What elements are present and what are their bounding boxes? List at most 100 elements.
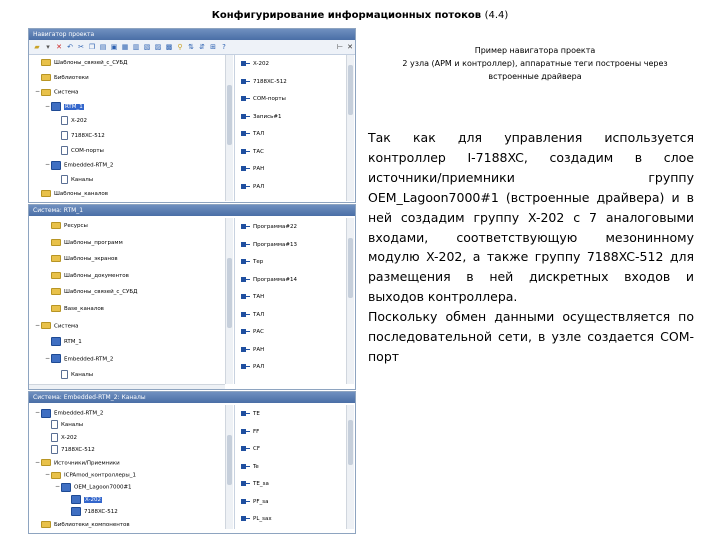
tree-item[interactable]: − Система: [35, 87, 79, 97]
list-item[interactable]: ТАЛ: [241, 129, 264, 139]
list-item-label: ТАЛ: [253, 311, 265, 318]
undo-icon[interactable]: ↶: [66, 43, 74, 51]
list-item[interactable]: РАН: [241, 345, 264, 355]
list-item-label: РАЛ: [253, 364, 265, 370]
tree-item[interactable]: Шаблоны_связей_с_СУБД: [35, 58, 127, 68]
tree-item[interactable]: Библиотеки: [35, 73, 89, 83]
tree-item[interactable]: COM-порты: [55, 145, 104, 156]
list-item[interactable]: Тер: [241, 257, 263, 267]
list-item-label: Тер: [253, 259, 264, 265]
tree-item[interactable]: X-202: [65, 494, 102, 505]
export-icon[interactable]: ▨: [154, 43, 162, 51]
list-item[interactable]: FF: [241, 427, 259, 437]
layout-icon[interactable]: ⊞: [209, 43, 217, 51]
tree-item[interactable]: Ресурсы: [45, 221, 88, 231]
list-item[interactable]: РАЛ: [241, 182, 264, 192]
list-item[interactable]: РАЛ: [241, 362, 264, 372]
list-item[interactable]: Запись#1: [241, 112, 281, 122]
tree-item[interactable]: 7188XC-512: [55, 131, 105, 141]
list-item-label: X-202: [253, 61, 269, 67]
tree-item[interactable]: Шаблоны_связей_с_СУБД: [45, 287, 137, 297]
list-item[interactable]: PL_sax: [241, 514, 272, 524]
tree-item[interactable]: Шаблоны_программ: [45, 238, 123, 248]
tree-item[interactable]: − OEM_Lagoon7000#1: [55, 482, 132, 492]
tag-icon: [241, 427, 250, 435]
grid-icon[interactable]: ▦: [121, 43, 129, 51]
list-scrollbar[interactable]: [346, 218, 354, 384]
cut-icon[interactable]: ✂: [77, 43, 85, 51]
tree-icon[interactable]: ▥: [132, 43, 140, 51]
list-item[interactable]: PF_sa: [241, 497, 268, 507]
list-scrollbar[interactable]: [346, 55, 354, 201]
binoculars-icon[interactable]: ⚲: [176, 43, 184, 51]
tree-item[interactable]: Библиотеки_компонентов: [35, 520, 130, 530]
tree-scrollbar[interactable]: [225, 218, 233, 384]
tree-item[interactable]: Шаблоны_документов: [45, 271, 129, 281]
tree-item[interactable]: Шаблоны_каналов: [35, 189, 108, 199]
filter-icon[interactable]: ▧: [143, 43, 151, 51]
list-item[interactable]: X-202: [241, 59, 269, 69]
tree-item[interactable]: 7188XC-512: [45, 445, 95, 455]
list-item[interactable]: CF: [241, 444, 260, 454]
list-item[interactable]: Программа#22: [241, 222, 297, 232]
tree-item[interactable]: − RTM_1: [45, 102, 84, 112]
tag-icon: [241, 258, 250, 265]
tree-item-label: RTM_1: [64, 339, 82, 346]
delete-icon[interactable]: ✕: [55, 43, 63, 51]
tree-scrollbar[interactable]: [225, 405, 233, 529]
paste-icon[interactable]: ▤: [99, 43, 107, 51]
tree-item-label: Шаблоны_экранов: [64, 256, 118, 263]
tree-item[interactable]: − Embedded-RTM_2: [45, 354, 113, 364]
close-icon[interactable]: ✕: [346, 43, 354, 51]
tree-item[interactable]: RTM_1: [45, 337, 82, 347]
list-item-label: Te: [253, 463, 259, 470]
tree-item[interactable]: Base_каналов: [45, 304, 104, 314]
dropdown-icon[interactable]: ▾: [44, 43, 52, 51]
tree-item-label: Библиотеки_компонентов: [54, 521, 130, 528]
tree-item[interactable]: − Embedded-RTM_2: [45, 160, 113, 170]
list-item[interactable]: TE: [241, 409, 260, 419]
list-item[interactable]: Программа#13: [241, 240, 297, 250]
tree-item[interactable]: X-202: [55, 116, 87, 126]
tree-item[interactable]: − ICPAmod_контроллеры_1: [45, 470, 136, 480]
copy-icon[interactable]: ❐: [88, 43, 96, 51]
import-icon[interactable]: ▩: [165, 43, 173, 51]
list-item[interactable]: РАС: [241, 327, 264, 337]
list-scrollbar[interactable]: [346, 405, 354, 529]
sort-icon[interactable]: ⇵: [198, 43, 206, 51]
tag-icon: [241, 293, 250, 300]
tree-item[interactable]: Каналы: [55, 370, 93, 380]
tree-item[interactable]: − Система: [35, 321, 79, 331]
tree-item[interactable]: X-202: [45, 432, 77, 443]
tree-scrollbar[interactable]: [225, 55, 233, 201]
list-item[interactable]: Программа#14: [241, 275, 297, 285]
tree-item-label: Embedded-RTM_2: [54, 410, 104, 417]
tree-item-label: Каналы: [61, 422, 84, 429]
tree-item[interactable]: Каналы: [55, 174, 93, 185]
help-icon[interactable]: ?: [220, 43, 228, 51]
node-icon: [51, 337, 61, 347]
list-item[interactable]: Te: [241, 462, 259, 472]
list-item[interactable]: ТАЛ: [241, 310, 264, 320]
properties-icon[interactable]: ▣: [110, 43, 118, 51]
tree-item[interactable]: Шаблоны_экранов: [45, 254, 118, 264]
list-item[interactable]: РАН: [241, 164, 264, 174]
list-item[interactable]: TE_sa: [241, 479, 269, 489]
tree-item-label: Embedded-RTM_2: [64, 356, 114, 363]
tree-item-label: Каналы: [71, 372, 94, 379]
tree-item[interactable]: − Embedded-RTM_2: [35, 408, 103, 418]
tree-hscrollbar[interactable]: [29, 384, 225, 389]
window-title-bar: Система: Embedded-RTM_2: Каналы: [29, 392, 355, 403]
open-folder-icon[interactable]: ▰: [33, 43, 41, 51]
list-item[interactable]: COM-порты: [241, 94, 286, 104]
slide-title: Конфигурирование информационных потоков …: [0, 10, 720, 21]
tree-item[interactable]: Каналы: [45, 420, 83, 430]
tree-item[interactable]: − Источники/Приемники: [35, 458, 120, 468]
list-item[interactable]: 7188XC-512: [241, 77, 287, 87]
tag-icon: [241, 410, 250, 417]
list-item[interactable]: ТАН: [241, 292, 264, 302]
tree-item[interactable]: 7188XC-512: [65, 507, 118, 517]
pin-icon[interactable]: ⊢: [336, 43, 344, 51]
arrows-icon[interactable]: ⇅: [187, 43, 195, 51]
list-item[interactable]: ТАС: [241, 147, 264, 157]
